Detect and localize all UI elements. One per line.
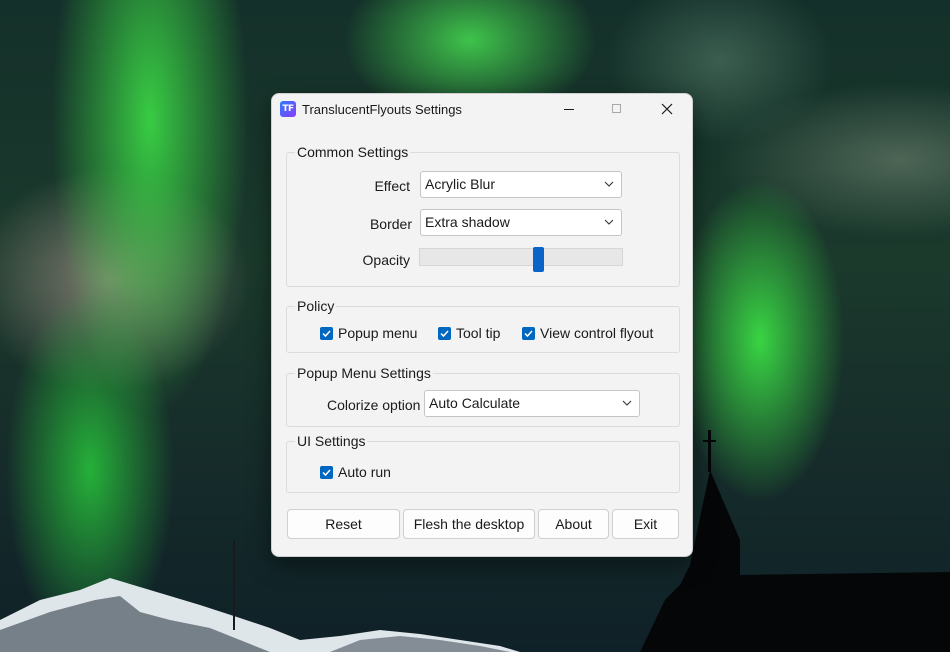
minimize-icon — [564, 109, 574, 110]
checkbox-checked-icon — [438, 326, 451, 340]
effect-dropdown[interactable]: Acrylic Blur — [420, 171, 622, 198]
colorize-option-dropdown[interactable]: Auto Calculate — [424, 390, 640, 417]
view-control-flyout-label: View control flyout — [540, 325, 654, 341]
opacity-slider-thumb[interactable] — [532, 247, 544, 272]
opacity-slider-track[interactable] — [419, 248, 623, 266]
effect-label: Effect — [374, 178, 410, 194]
popup-menu-checkbox[interactable]: Popup menu — [320, 325, 417, 341]
flesh-desktop-button[interactable]: Flesh the desktop — [403, 509, 535, 539]
popup-menu-label: Popup menu — [338, 325, 418, 341]
tool-tip-checkbox[interactable]: Tool tip — [438, 325, 500, 341]
common-settings-label: Common Settings — [295, 144, 411, 160]
policy-group: Policy Popup menu Tool tip View control … — [286, 298, 680, 353]
close-button[interactable] — [644, 94, 690, 124]
title-bar[interactable]: TF TranslucentFlyouts Settings — [272, 94, 692, 124]
chevron-down-icon — [604, 181, 614, 187]
close-icon — [661, 103, 673, 115]
popup-menu-settings-group: Popup Menu Settings Colorize option Auto… — [286, 365, 680, 427]
checkbox-checked-icon — [320, 326, 333, 340]
auto-run-label: Auto run — [338, 464, 391, 480]
view-control-flyout-checkbox[interactable]: View control flyout — [522, 325, 653, 341]
reset-button[interactable]: Reset — [287, 509, 400, 539]
auto-run-checkbox[interactable]: Auto run — [320, 464, 391, 480]
border-dropdown-value: Extra shadow — [425, 214, 510, 230]
minimize-button[interactable] — [546, 94, 592, 124]
effect-dropdown-value: Acrylic Blur — [425, 176, 496, 192]
about-button[interactable]: About — [538, 509, 609, 539]
popup-menu-settings-label: Popup Menu Settings — [295, 365, 433, 381]
ui-settings-label: UI Settings — [295, 433, 368, 449]
colorize-option-label: Colorize option — [327, 397, 421, 413]
policy-label: Policy — [295, 298, 337, 314]
ui-settings-group: UI Settings Auto run — [286, 433, 680, 493]
exit-button[interactable]: Exit — [612, 509, 679, 539]
checkbox-checked-icon — [522, 326, 535, 340]
chevron-down-icon — [622, 400, 632, 406]
border-dropdown[interactable]: Extra shadow — [420, 209, 622, 236]
colorize-option-value: Auto Calculate — [429, 395, 521, 411]
common-settings-group: Common Settings Effect Acrylic Blur Bord… — [286, 144, 680, 287]
opacity-label: Opacity — [362, 252, 410, 268]
settings-window: TF TranslucentFlyouts Settings Common Se… — [271, 93, 693, 557]
window-title: TranslucentFlyouts Settings — [302, 102, 462, 117]
tool-tip-label: Tool tip — [456, 325, 501, 341]
maximize-icon — [612, 104, 621, 113]
app-logo-icon: TF — [280, 101, 296, 117]
checkbox-checked-icon — [320, 465, 333, 479]
maximize-button[interactable] — [594, 94, 640, 124]
border-label: Border — [369, 216, 412, 232]
chevron-down-icon — [604, 219, 614, 225]
